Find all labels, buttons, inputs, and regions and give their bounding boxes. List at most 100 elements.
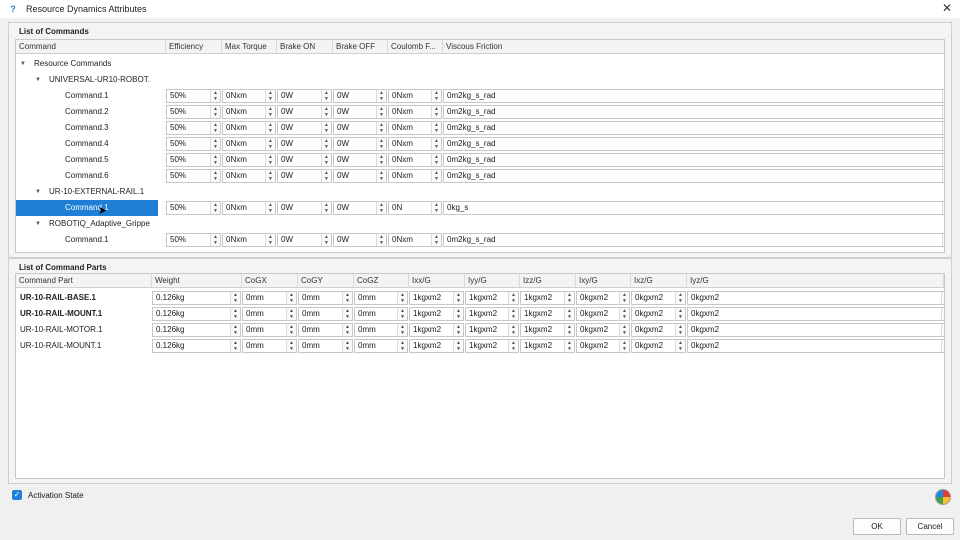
brake-on-stepper-value[interactable]: 0W — [281, 202, 293, 214]
spinner-arrows[interactable]: ▲▼ — [941, 292, 944, 304]
viscous-friction-stepper-value[interactable]: 0m2kg_s_rad — [447, 154, 495, 166]
column-header[interactable]: Iyz/G — [687, 274, 944, 288]
viscous-friction-stepper[interactable]: 0m2kg_s_rad ▲▼ — [443, 121, 944, 135]
column-header[interactable]: Weight — [152, 274, 242, 288]
arrow-down-icon[interactable]: ▼ — [943, 160, 944, 166]
brake-off-stepper-value[interactable]: 0W — [337, 90, 349, 102]
spinner-arrows[interactable]: ▲▼ — [342, 292, 352, 304]
brake-on-stepper-value[interactable]: 0W — [281, 234, 293, 246]
arrow-down-icon[interactable]: ▼ — [377, 160, 386, 166]
arrow-down-icon[interactable]: ▼ — [676, 298, 685, 304]
arrow-down-icon[interactable]: ▼ — [377, 208, 386, 214]
close-icon[interactable]: ✕ — [940, 1, 954, 15]
arrow-down-icon[interactable]: ▼ — [432, 240, 441, 246]
coulomb-friction-stepper[interactable]: 0Nxm ▲ ▼ — [388, 233, 442, 247]
spinner-arrows[interactable]: ▲▼ — [453, 324, 463, 336]
coulomb-friction-stepper-value[interactable]: 0Nxm — [392, 106, 413, 118]
spinner-arrows[interactable]: ▲▼ — [431, 234, 441, 246]
weight-stepper-value[interactable]: 0.126kg — [156, 308, 184, 320]
arrow-down-icon[interactable]: ▼ — [211, 112, 220, 118]
spinner-arrows[interactable]: ▲▼ — [286, 340, 296, 352]
arrow-down-icon[interactable]: ▼ — [287, 314, 296, 320]
arrow-down-icon[interactable]: ▼ — [943, 240, 944, 246]
arrow-down-icon[interactable]: ▼ — [266, 176, 275, 182]
weight-stepper[interactable]: 0.126kg ▲ ▼ — [152, 323, 241, 337]
spinner-arrows[interactable]: ▲▼ — [564, 292, 574, 304]
arrow-down-icon[interactable]: ▼ — [398, 298, 407, 304]
viscous-friction-stepper-value[interactable]: 0m2kg_s_rad — [447, 138, 495, 150]
arrow-down-icon[interactable]: ▼ — [343, 314, 352, 320]
ixx-stepper[interactable]: 1kgxm2 ▲ ▼ — [409, 291, 464, 305]
spinner-arrows[interactable]: ▲▼ — [564, 308, 574, 320]
weight-stepper[interactable]: 0.126kg ▲ ▼ — [152, 291, 241, 305]
spinner-arrows[interactable]: ▲▼ — [230, 292, 240, 304]
column-header[interactable]: Efficiency — [166, 40, 222, 54]
checkbox-checked-icon[interactable]: ✓ — [12, 490, 22, 500]
cogx-stepper[interactable]: 0mm ▲ ▼ — [242, 291, 297, 305]
viscous-friction-stepper-value[interactable]: 0m2kg_s_rad — [447, 122, 495, 134]
spinner-arrows[interactable]: ▲▼ — [265, 234, 275, 246]
column-header[interactable]: Coulomb F... — [388, 40, 443, 54]
max-torque-stepper-value[interactable]: 0Nxm — [226, 154, 247, 166]
ixy-stepper-value[interactable]: 0kgxm2 — [580, 308, 608, 320]
arrow-down-icon[interactable]: ▼ — [343, 298, 352, 304]
arrow-down-icon[interactable]: ▼ — [943, 176, 944, 182]
arrow-down-icon[interactable]: ▼ — [231, 314, 240, 320]
brake-off-stepper-value[interactable]: 0W — [337, 170, 349, 182]
cogz-stepper-value[interactable]: 0mm — [358, 308, 376, 320]
triangle-down-icon[interactable]: ▼ — [20, 56, 26, 72]
arrow-down-icon[interactable]: ▼ — [231, 330, 240, 336]
spinner-arrows[interactable]: ▲▼ — [431, 202, 441, 214]
arrow-down-icon[interactable]: ▼ — [432, 96, 441, 102]
coulomb-friction-stepper[interactable]: 0Nxm ▲ ▼ — [388, 89, 442, 103]
command-row[interactable]: Command.4 50% ▲ ▼ 0Nxm ▲ ▼ 0W ▲ ▼ 0W ▲ ▼ 0Nxm ▲ ▼ 0m2kg_… — [16, 136, 944, 152]
spinner-arrows[interactable]: ▲▼ — [376, 90, 386, 102]
arrow-down-icon[interactable]: ▼ — [454, 314, 463, 320]
cogz-stepper[interactable]: 0mm ▲ ▼ — [354, 307, 408, 321]
spinner-arrows[interactable]: ▲▼ — [453, 340, 463, 352]
cogy-stepper-value[interactable]: 0mm — [302, 340, 320, 352]
spinner-arrows[interactable]: ▲▼ — [230, 340, 240, 352]
command-label[interactable]: Command.4 — [65, 136, 165, 152]
spinner-arrows[interactable]: ▲▼ — [508, 324, 518, 336]
cogz-stepper[interactable]: 0mm ▲ ▼ — [354, 339, 408, 353]
command-row[interactable]: Command.1 50% ▲ ▼ 0Nxm ▲ ▼ 0W ▲ ▼ 0W ▲ ▼ 0Nxm ▲ ▼ 0m2kg_… — [16, 232, 944, 248]
command-row[interactable]: Command.6 50% ▲ ▼ 0Nxm ▲ ▼ 0W ▲ ▼ 0W ▲ ▼ 0Nxm ▲ ▼ 0m2kg_… — [16, 168, 944, 184]
weight-stepper-value[interactable]: 0.126kg — [156, 340, 184, 352]
iyy-stepper[interactable]: 1kgxm2 ▲ ▼ — [465, 291, 519, 305]
max-torque-stepper-value[interactable]: 0Nxm — [226, 106, 247, 118]
brake-off-stepper[interactable]: 0W ▲ ▼ — [333, 233, 387, 247]
izz-stepper[interactable]: 1kgxm2 ▲ ▼ — [520, 307, 575, 321]
spinner-arrows[interactable]: ▲▼ — [508, 308, 518, 320]
spinner-arrows[interactable]: ▲▼ — [342, 340, 352, 352]
spinner-arrows[interactable]: ▲▼ — [376, 106, 386, 118]
max-torque-stepper[interactable]: 0Nxm ▲ ▼ — [222, 121, 276, 135]
command-part-label[interactable]: UR-10-RAIL-BASE.1 — [20, 290, 150, 306]
command-part-row[interactable]: UR-10-RAIL-MOUNT.1 0.126kg ▲ ▼ 0mm ▲ ▼ 0mm ▲ ▼ 0mm… — [16, 338, 944, 354]
arrow-down-icon[interactable]: ▼ — [943, 112, 944, 118]
coulomb-friction-stepper[interactable]: 0Nxm ▲ ▼ — [388, 105, 442, 119]
arrow-down-icon[interactable]: ▼ — [211, 96, 220, 102]
arrow-down-icon[interactable]: ▼ — [377, 128, 386, 134]
column-header[interactable]: Brake ON — [277, 40, 333, 54]
efficiency-stepper-value[interactable]: 50% — [170, 170, 186, 182]
coulomb-friction-stepper[interactable]: 0Nxm ▲ ▼ — [388, 121, 442, 135]
izz-stepper-value[interactable]: 1kgxm2 — [524, 340, 552, 352]
arrow-down-icon[interactable]: ▼ — [565, 314, 574, 320]
spinner-arrows[interactable]: ▲▼ — [210, 122, 220, 134]
column-header[interactable]: Ixy/G — [576, 274, 631, 288]
spinner-arrows[interactable]: ▲▼ — [397, 340, 407, 352]
cogy-stepper-value[interactable]: 0mm — [302, 308, 320, 320]
spinner-arrows[interactable]: ▲▼ — [508, 340, 518, 352]
arrow-down-icon[interactable]: ▼ — [432, 144, 441, 150]
arrow-down-icon[interactable]: ▼ — [231, 346, 240, 352]
brake-off-stepper-value[interactable]: 0W — [337, 138, 349, 150]
ixy-stepper[interactable]: 0kgxm2 ▲ ▼ — [576, 339, 630, 353]
brake-on-stepper[interactable]: 0W ▲ ▼ — [277, 233, 332, 247]
column-header[interactable]: Command — [16, 40, 166, 54]
spinner-arrows[interactable]: ▲▼ — [431, 138, 441, 150]
viscous-friction-stepper-value[interactable]: 0m2kg_s_rad — [447, 106, 495, 118]
arrow-down-icon[interactable]: ▼ — [377, 144, 386, 150]
cogy-stepper-value[interactable]: 0mm — [302, 292, 320, 304]
arrow-down-icon[interactable]: ▼ — [565, 346, 574, 352]
